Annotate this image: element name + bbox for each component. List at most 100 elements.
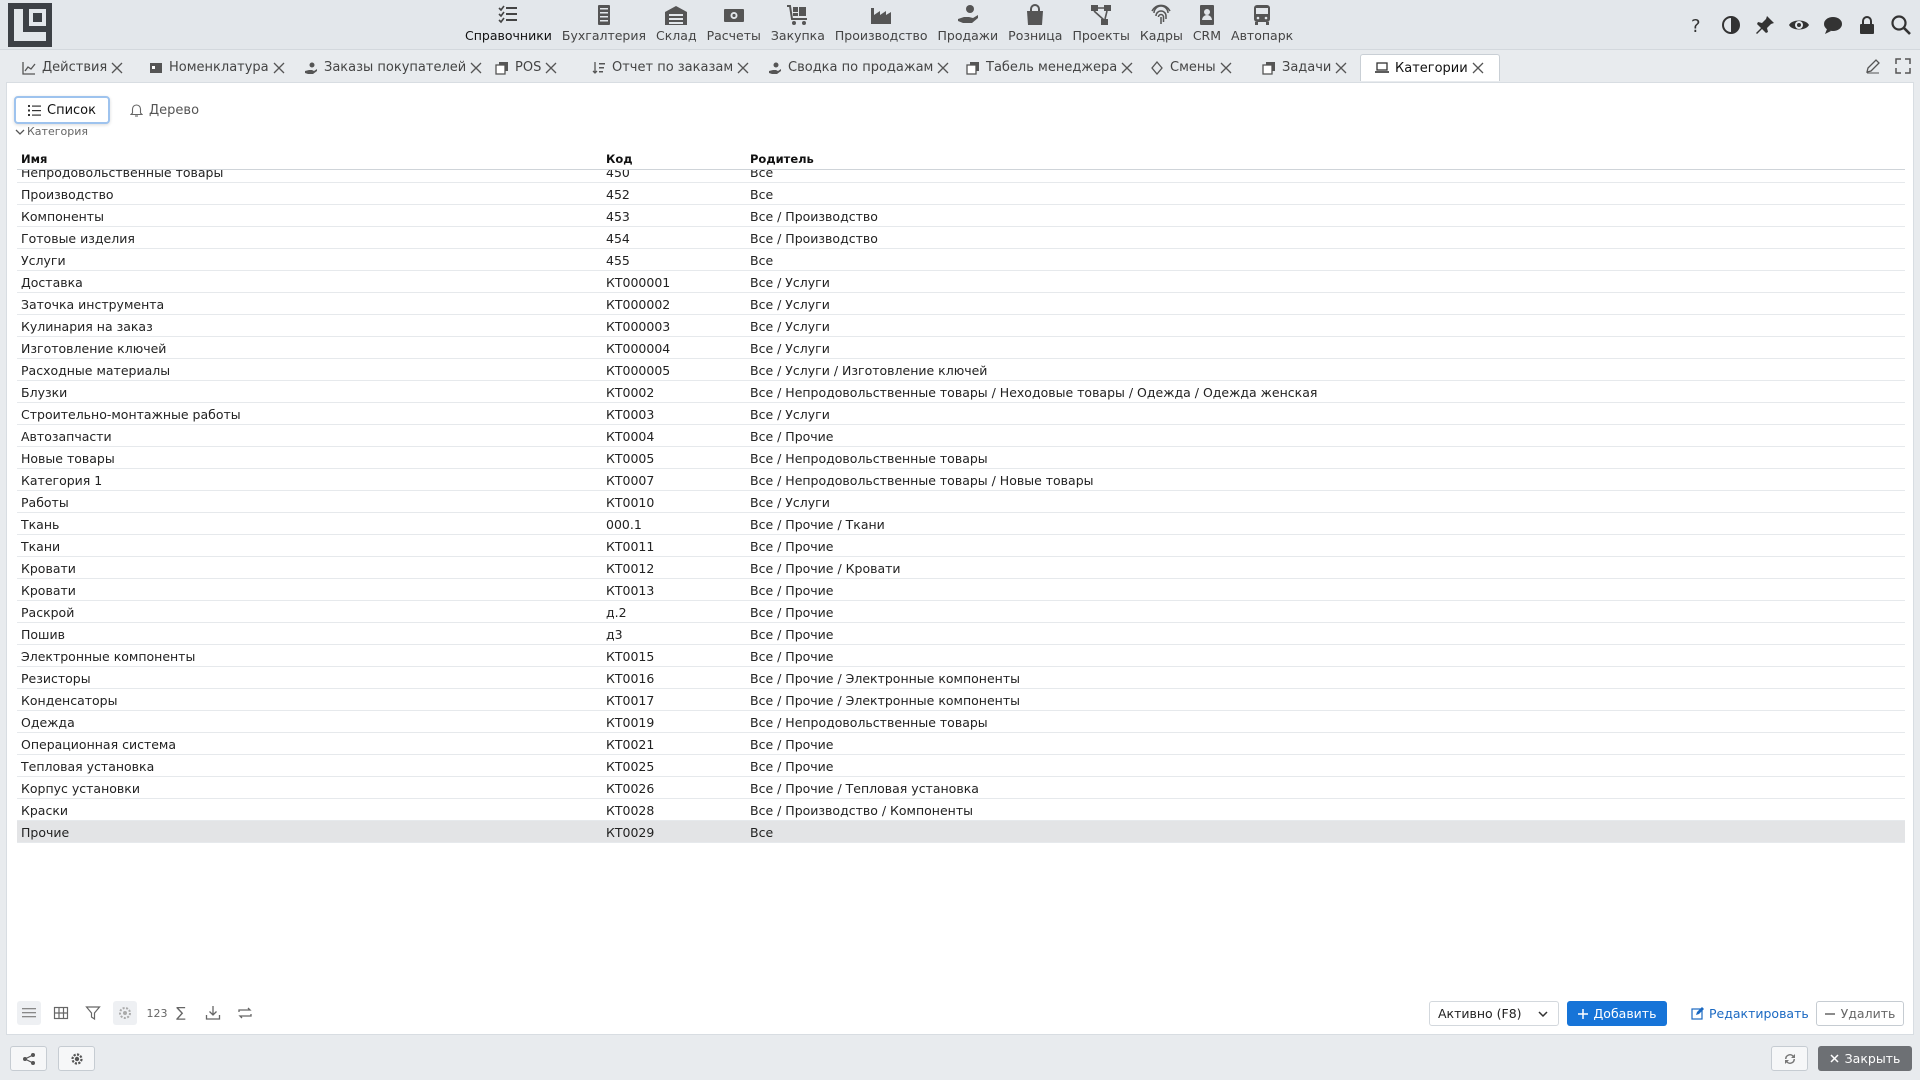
- edit-button[interactable]: Редактировать: [1691, 1001, 1809, 1026]
- table-row[interactable]: Операционная система КТ0021 Все / Прочие: [17, 733, 1905, 755]
- cell-name: Новые товары: [21, 451, 115, 466]
- module-prodazhi[interactable]: Продажи: [932, 0, 1003, 43]
- table-row[interactable]: Пошив д3 Все / Прочие: [17, 623, 1905, 645]
- table-row[interactable]: Компоненты 453 Все / Производство: [17, 205, 1905, 227]
- tab-kategorii[interactable]: Категории: [1360, 54, 1500, 81]
- table-row[interactable]: Кровати КТ0012 Все / Прочие / Кровати: [17, 557, 1905, 579]
- module-spravochniki[interactable]: Справочники: [460, 0, 557, 43]
- table-row[interactable]: Непродовольственные товары 450 Все: [17, 170, 1905, 183]
- close-icon[interactable]: [1219, 61, 1233, 75]
- table-row[interactable]: Расходные материалы КТ000005 Все / Услуги …: [17, 359, 1905, 381]
- table-row[interactable]: Доставка КТ000001 Все / Услуги: [17, 271, 1905, 293]
- table-row[interactable]: Строительно-монтажные работы КТ0003 Все / …: [17, 403, 1905, 425]
- tab-smeny[interactable]: Смены: [1150, 54, 1233, 81]
- cell-name: Готовые изделия: [21, 231, 135, 246]
- close-icon[interactable]: [544, 61, 558, 75]
- view-list-button[interactable]: Список: [14, 96, 110, 124]
- table-row[interactable]: Кулинария на заказ КТ000003 Все / Услуги: [17, 315, 1905, 337]
- contrast-icon[interactable]: [1718, 12, 1744, 38]
- module-proekty[interactable]: Проекты: [1067, 0, 1134, 43]
- table-row[interactable]: Конденсаторы КТ0017 Все / Прочие / Электро…: [17, 689, 1905, 711]
- table-row[interactable]: Корпус установки КТ0026 Все / Прочие / Теп…: [17, 777, 1905, 799]
- settings-cog-icon[interactable]: [113, 1001, 137, 1025]
- close-icon[interactable]: [272, 61, 286, 75]
- module-zakupka[interactable]: Закупка: [766, 0, 830, 43]
- grid-view-icon[interactable]: [49, 1001, 73, 1025]
- tab-deystviya[interactable]: Действия: [22, 54, 124, 81]
- list-view-icon[interactable]: [17, 1001, 41, 1025]
- close-icon[interactable]: [469, 61, 483, 75]
- table-row[interactable]: Раскрой д.2 Все / Прочие: [17, 601, 1905, 623]
- module-buhgalteriya[interactable]: Бухгалтерия: [557, 0, 651, 43]
- table-row[interactable]: Ткань 000.1 Все / Прочие / Ткани: [17, 513, 1905, 535]
- chat-icon[interactable]: [1820, 12, 1846, 38]
- group-by-category[interactable]: Категория: [15, 125, 88, 138]
- module-crm[interactable]: CRM: [1188, 0, 1226, 43]
- sum-toggle[interactable]: ∑: [169, 1001, 193, 1025]
- column-header-code[interactable]: Код: [606, 152, 633, 166]
- table-row[interactable]: Готовые изделия 454 Все / Производство: [17, 227, 1905, 249]
- table-row[interactable]: Автозапчасти КТ0004 Все / Прочие: [17, 425, 1905, 447]
- table-row[interactable]: Изготовление ключей КТ000004 Все / Услуги: [17, 337, 1905, 359]
- fullscreen-icon[interactable]: [1894, 57, 1912, 75]
- delete-button[interactable]: Удалить: [1816, 1001, 1904, 1026]
- cell-name: Кровати: [21, 583, 76, 598]
- module-raschety[interactable]: Расчеты: [702, 0, 766, 43]
- table-row[interactable]: Услуги 455 Все: [17, 249, 1905, 271]
- settings-button[interactable]: [58, 1046, 95, 1071]
- refresh-loop-icon[interactable]: [233, 1001, 257, 1025]
- table-row[interactable]: Блузки КТ0002 Все / Непродовольственные то…: [17, 381, 1905, 403]
- table-row[interactable]: Резисторы КТ0016 Все / Прочие / Электронны…: [17, 667, 1905, 689]
- column-header-name[interactable]: Имя: [21, 152, 47, 166]
- status-filter-select[interactable]: Активно (F8): [1429, 1001, 1559, 1026]
- module-label: Продажи: [937, 28, 999, 43]
- table-row[interactable]: Производство 452 Все: [17, 183, 1905, 205]
- table-row[interactable]: Одежда КТ0019 Все / Непродовольственные то…: [17, 711, 1905, 733]
- tab-nomenklatura[interactable]: Номенклатура: [149, 54, 286, 81]
- tab-otchet-po-zakazam[interactable]: Отчет по заказам: [592, 54, 750, 81]
- tab-zakazy-pokupateley[interactable]: Заказы покупателей: [304, 54, 483, 81]
- pencil-icon[interactable]: [1864, 57, 1882, 75]
- close-icon[interactable]: [1334, 61, 1348, 75]
- table-row[interactable]: Электронные компоненты КТ0015 Все / Прочие: [17, 645, 1905, 667]
- app-logo[interactable]: [8, 3, 52, 47]
- module-sklad[interactable]: Склад: [651, 0, 702, 43]
- help-icon[interactable]: ?: [1684, 12, 1710, 38]
- table-row[interactable]: Работы КТ0010 Все / Услуги: [17, 491, 1905, 513]
- view-tree-button[interactable]: Дерево: [118, 96, 211, 124]
- column-header-parent[interactable]: Родитель: [750, 152, 814, 166]
- table-row[interactable]: Прочие КТ0029 Все: [17, 821, 1905, 843]
- close-icon[interactable]: [936, 61, 950, 75]
- close-icon[interactable]: [1471, 61, 1485, 75]
- tab-tabel-menedzhera[interactable]: Табель менеджера: [966, 54, 1134, 81]
- module-avtopark[interactable]: Автопарк: [1226, 0, 1298, 43]
- module-proizvodstvo[interactable]: Производство: [830, 0, 933, 43]
- search-icon[interactable]: [1888, 12, 1914, 38]
- module-roznica[interactable]: Розница: [1003, 0, 1067, 43]
- eye-icon[interactable]: [1786, 12, 1812, 38]
- table-row[interactable]: Заточка инструмента КТ000002 Все / Услуги: [17, 293, 1905, 315]
- close-icon[interactable]: [736, 61, 750, 75]
- table-row[interactable]: Ткани КТ0011 Все / Прочие: [17, 535, 1905, 557]
- table-row[interactable]: Тепловая установка КТ0025 Все / Прочие: [17, 755, 1905, 777]
- module-kadry[interactable]: Кадры: [1135, 0, 1188, 43]
- refresh-button[interactable]: [1771, 1046, 1808, 1071]
- table-row[interactable]: Краски КТ0028 Все / Производство / Компоне…: [17, 799, 1905, 821]
- pin-icon[interactable]: [1752, 12, 1778, 38]
- add-button[interactable]: Добавить: [1567, 1001, 1667, 1026]
- tab-zadachi[interactable]: Задачи: [1262, 54, 1348, 81]
- table-row[interactable]: Новые товары КТ0005 Все / Непродовольствен…: [17, 447, 1905, 469]
- close-icon[interactable]: [1120, 61, 1134, 75]
- share-button[interactable]: [10, 1046, 47, 1071]
- tab-svodka-po-prodazham[interactable]: Сводка по продажам: [768, 54, 950, 81]
- download-icon[interactable]: [201, 1001, 225, 1025]
- filter-icon[interactable]: [81, 1001, 105, 1025]
- table-row[interactable]: Кровати КТ0013 Все / Прочие: [17, 579, 1905, 601]
- close-icon[interactable]: [110, 61, 124, 75]
- close-button[interactable]: Закрыть: [1818, 1046, 1912, 1071]
- counter-toggle[interactable]: 123: [145, 1001, 169, 1025]
- lock-icon[interactable]: [1854, 12, 1880, 38]
- table-row[interactable]: Категория 1 КТ0007 Все / Непродовольственн…: [17, 469, 1905, 491]
- tab-pos[interactable]: POS: [495, 54, 558, 81]
- cell-code: д.2: [606, 605, 627, 620]
